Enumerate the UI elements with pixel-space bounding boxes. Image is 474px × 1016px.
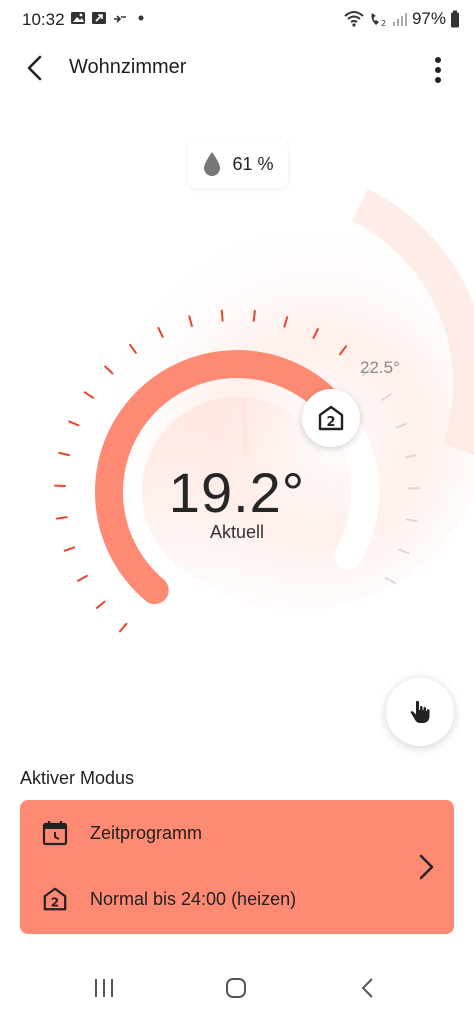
chevron-right-icon [419, 854, 434, 880]
page-title: Wohnzimmer [69, 56, 187, 78]
manual-control-button[interactable] [386, 678, 454, 746]
status-icons-right: 2 97% [344, 9, 460, 29]
svg-text:2: 2 [51, 895, 59, 909]
home-2-icon: 2 [318, 405, 344, 431]
app-header: Wohnzimmer [0, 42, 474, 98]
nav-back-button[interactable] [352, 974, 384, 1002]
more-options-button[interactable] [426, 48, 450, 88]
status-time: 10:32 [22, 10, 65, 29]
dial-tick [83, 391, 95, 399]
dial-tick [252, 309, 256, 322]
wifi-icon [344, 11, 364, 27]
dial-tick [95, 600, 106, 609]
back-icon [361, 978, 373, 998]
signal-icon [392, 13, 407, 26]
recents-button[interactable] [88, 974, 120, 1002]
transfer-icon [114, 15, 126, 23]
dot-icon [138, 15, 144, 21]
calendar-clock-icon [42, 821, 68, 846]
thermostat-dial: 19.2° Aktuell 22.5° 2 [0, 150, 474, 710]
dial-tick [68, 420, 80, 427]
home-button[interactable] [220, 974, 252, 1002]
mode-detail-label: Normal bis 24:00 (heizen) [90, 888, 297, 909]
schedule-row: Zeitprogramm [42, 820, 202, 846]
system-nav-bar [0, 960, 474, 1016]
target-temperature-handle[interactable]: 2 [302, 389, 360, 447]
current-temperature-label: Aktuell [209, 522, 265, 542]
home-icon [226, 978, 246, 998]
schedule-label: Zeitprogramm [90, 822, 203, 843]
home-2-icon: 2 [43, 887, 67, 911]
dial-graphic [54, 188, 474, 633]
svg-text:2: 2 [381, 19, 386, 28]
dial-tick [58, 451, 70, 457]
target-temperature: 22.5° [360, 358, 400, 377]
battery-icon [451, 10, 459, 28]
dial-tick [220, 309, 224, 322]
phone-link-icon [92, 12, 106, 24]
dial-tick [104, 365, 114, 375]
gallery-icon [71, 12, 85, 24]
recents-icon [95, 979, 113, 997]
svg-text:2: 2 [326, 415, 335, 430]
hand-pointer-icon [410, 700, 430, 723]
status-bar: 10:32 2 97% [0, 0, 474, 40]
status-icons-left [70, 10, 149, 26]
dial-tick [63, 546, 76, 552]
screen: 10:32 2 97% Wohnzimmer 61 % 19.2° Aktuel… [0, 0, 474, 1016]
mode-detail-row: 2 Normal bis 24:00 (heizen) [42, 886, 296, 912]
current-temperature: 19.2° [168, 461, 306, 524]
active-mode-card[interactable]: Zeitprogramm 2 Normal bis 24:00 (heizen) [20, 800, 454, 934]
more-vert-icon [435, 57, 441, 83]
dial-tick [77, 574, 88, 582]
back-button[interactable] [18, 50, 54, 86]
dial-tick [119, 622, 128, 633]
chevron-left-icon [27, 55, 42, 81]
active-mode-title: Aktiver Modus [20, 768, 135, 788]
battery-percent: 97% [411, 9, 446, 28]
wifi-calling-icon: 2 [371, 13, 386, 28]
